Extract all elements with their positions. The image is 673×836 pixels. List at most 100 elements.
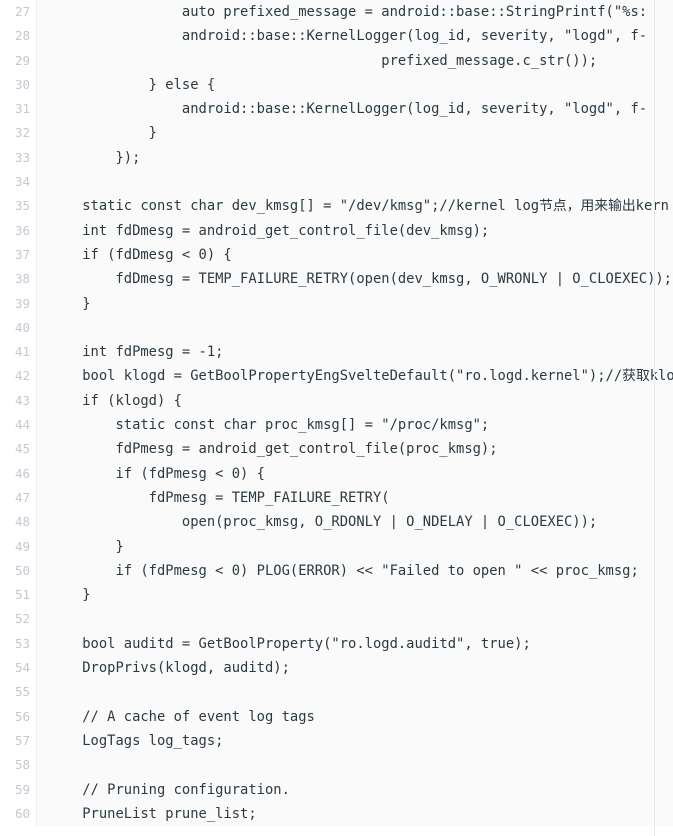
line-number[interactable]: 28	[0, 24, 37, 49]
code-line-row[interactable]: 32 }	[0, 121, 673, 146]
code-line-content[interactable]: LogTags log_tags;	[36, 728, 673, 754]
code-line-row[interactable]: 47 fdPmesg = TEMP_FAILURE_RETRY(	[0, 485, 673, 511]
code-line-row[interactable]: 29 prefixed_message.c_str());	[0, 48, 673, 73]
line-number[interactable]: 34	[0, 170, 37, 195]
code-line-row[interactable]: 27 auto prefixed_message = android::base…	[0, 0, 673, 25]
code-line-content[interactable]: PruneList prune_list;	[36, 801, 673, 827]
code-line-row[interactable]: 41 int fdPmesg = -1;	[0, 340, 673, 365]
line-number[interactable]: 60	[0, 801, 37, 827]
code-line-content[interactable]: bool klogd = GetBoolPropertyEngSvelteDef…	[36, 364, 673, 389]
line-number[interactable]: 55	[0, 680, 37, 705]
code-line-row[interactable]: 44 static const char proc_kmsg[] = "/pro…	[0, 413, 673, 438]
line-number[interactable]: 37	[0, 242, 37, 268]
code-line-row[interactable]: 40	[0, 315, 673, 341]
code-line-content[interactable]: }	[36, 291, 673, 316]
code-line-content[interactable]: if (fdPmesg < 0) {	[36, 461, 673, 486]
line-number[interactable]: 42	[0, 364, 37, 389]
line-number[interactable]: 27	[0, 0, 37, 25]
line-number[interactable]: 38	[0, 267, 37, 292]
code-line-row[interactable]: 33 });	[0, 145, 673, 171]
code-line-content[interactable]: fdDmesg = TEMP_FAILURE_RETRY(open(dev_km…	[36, 267, 673, 292]
code-line-content[interactable]: static const char dev_kmsg[] = "/dev/kms…	[36, 194, 673, 219]
code-viewer[interactable]: 27 auto prefixed_message = android::base…	[0, 0, 673, 836]
line-number[interactable]: 52	[0, 607, 37, 632]
code-line-content[interactable]: }	[36, 534, 673, 559]
code-line-content[interactable]: }	[36, 121, 673, 146]
line-number[interactable]: 33	[0, 145, 37, 171]
code-line-content[interactable]: if (fdDmesg < 0) {	[36, 242, 673, 268]
line-number[interactable]: 50	[0, 558, 37, 584]
code-line-row[interactable]: 38 fdDmesg = TEMP_FAILURE_RETRY(open(dev…	[0, 267, 673, 292]
code-line-row[interactable]: 36 int fdDmesg = android_get_control_fil…	[0, 218, 673, 243]
code-line-row[interactable]: 55	[0, 680, 673, 705]
code-line-content[interactable]	[36, 753, 673, 778]
code-line-content[interactable]	[36, 607, 673, 632]
line-number[interactable]: 30	[0, 72, 37, 98]
code-line-content[interactable]	[36, 680, 673, 705]
code-line-row[interactable]: 57 LogTags log_tags;	[0, 728, 673, 754]
line-number[interactable]: 40	[0, 315, 37, 341]
code-line-row[interactable]: 54 DropPrivs(klogd, auditd);	[0, 656, 673, 681]
code-line-row[interactable]: 46 if (fdPmesg < 0) {	[0, 461, 673, 486]
code-line-row[interactable]: 42 bool klogd = GetBoolPropertyEngSvelte…	[0, 364, 673, 389]
code-line-content[interactable]: auto prefixed_message = android::base::S…	[36, 0, 673, 25]
code-line-content[interactable]	[36, 315, 673, 341]
code-line-row[interactable]: 59 // Pruning configuration.	[0, 777, 673, 802]
line-number[interactable]: 49	[0, 534, 37, 559]
code-line-content[interactable]: android::base::KernelLogger(log_id, seve…	[36, 97, 673, 122]
code-line-content[interactable]: fdPmesg = TEMP_FAILURE_RETRY(	[36, 485, 673, 511]
line-number[interactable]: 58	[0, 753, 37, 778]
code-line-row[interactable]: 30 } else {	[0, 72, 673, 98]
code-line-content[interactable]: if (klogd) {	[36, 388, 673, 414]
line-number[interactable]: 48	[0, 510, 37, 535]
line-number[interactable]: 56	[0, 704, 37, 729]
line-number[interactable]: 29	[0, 48, 37, 73]
code-line-row[interactable]: 31 android::base::KernelLogger(log_id, s…	[0, 97, 673, 122]
code-line-row[interactable]: 28 android::base::KernelLogger(log_id, s…	[0, 24, 673, 49]
code-line-content[interactable]: if (fdPmesg < 0) PLOG(ERROR) << "Failed …	[36, 558, 673, 584]
code-line-content[interactable]: fdPmesg = android_get_control_file(proc_…	[36, 437, 673, 462]
code-line-content[interactable]: open(proc_kmsg, O_RDONLY | O_NDELAY | O_…	[36, 510, 673, 535]
code-line-content[interactable]: } else {	[36, 72, 673, 98]
code-line-content[interactable]: int fdPmesg = -1;	[36, 340, 673, 365]
code-line-row[interactable]: 58	[0, 753, 673, 778]
code-line-content[interactable]	[36, 170, 673, 195]
code-line-content[interactable]: int fdDmesg = android_get_control_file(d…	[36, 218, 673, 243]
line-number[interactable]: 44	[0, 413, 37, 438]
code-line-row[interactable]: 56 // A cache of event log tags	[0, 704, 673, 729]
code-line-row[interactable]: 49 }	[0, 534, 673, 559]
code-line-row[interactable]: 60 PruneList prune_list;	[0, 801, 673, 827]
line-number[interactable]: 53	[0, 631, 37, 657]
code-line-content[interactable]: DropPrivs(klogd, auditd);	[36, 656, 673, 681]
code-line-row[interactable]: 39 }	[0, 291, 673, 316]
code-line-row[interactable]: 52	[0, 607, 673, 632]
code-line-row[interactable]: 35 static const char dev_kmsg[] = "/dev/…	[0, 194, 673, 219]
line-number[interactable]: 36	[0, 218, 37, 243]
code-line-row[interactable]: 51 }	[0, 583, 673, 608]
line-number[interactable]: 45	[0, 437, 37, 462]
line-number[interactable]: 54	[0, 656, 37, 681]
line-number[interactable]: 59	[0, 777, 37, 802]
line-number[interactable]: 43	[0, 388, 37, 414]
code-line-row[interactable]: 43 if (klogd) {	[0, 388, 673, 414]
code-line-content[interactable]: });	[36, 145, 673, 171]
line-number[interactable]: 46	[0, 461, 37, 486]
line-number[interactable]: 57	[0, 728, 37, 754]
code-line-content[interactable]: android::base::KernelLogger(log_id, seve…	[36, 24, 673, 49]
code-line-content[interactable]: }	[36, 583, 673, 608]
line-number[interactable]: 35	[0, 194, 37, 219]
line-number[interactable]: 51	[0, 583, 37, 608]
code-line-row[interactable]: 37 if (fdDmesg < 0) {	[0, 242, 673, 268]
code-line-content[interactable]: // Pruning configuration.	[36, 777, 673, 802]
code-line-content[interactable]: static const char proc_kmsg[] = "/proc/k…	[36, 413, 673, 438]
line-number[interactable]: 41	[0, 340, 37, 365]
code-line-content[interactable]: prefixed_message.c_str());	[36, 48, 673, 73]
line-number[interactable]: 47	[0, 485, 37, 511]
line-number[interactable]: 39	[0, 291, 37, 316]
code-line-content[interactable]: bool auditd = GetBoolProperty("ro.logd.a…	[36, 631, 673, 657]
code-line-row[interactable]: 48 open(proc_kmsg, O_RDONLY | O_NDELAY |…	[0, 510, 673, 535]
line-number[interactable]: 31	[0, 97, 37, 122]
line-number[interactable]: 32	[0, 121, 37, 146]
code-line-row[interactable]: 50 if (fdPmesg < 0) PLOG(ERROR) << "Fail…	[0, 558, 673, 584]
code-line-row[interactable]: 53 bool auditd = GetBoolProperty("ro.log…	[0, 631, 673, 657]
